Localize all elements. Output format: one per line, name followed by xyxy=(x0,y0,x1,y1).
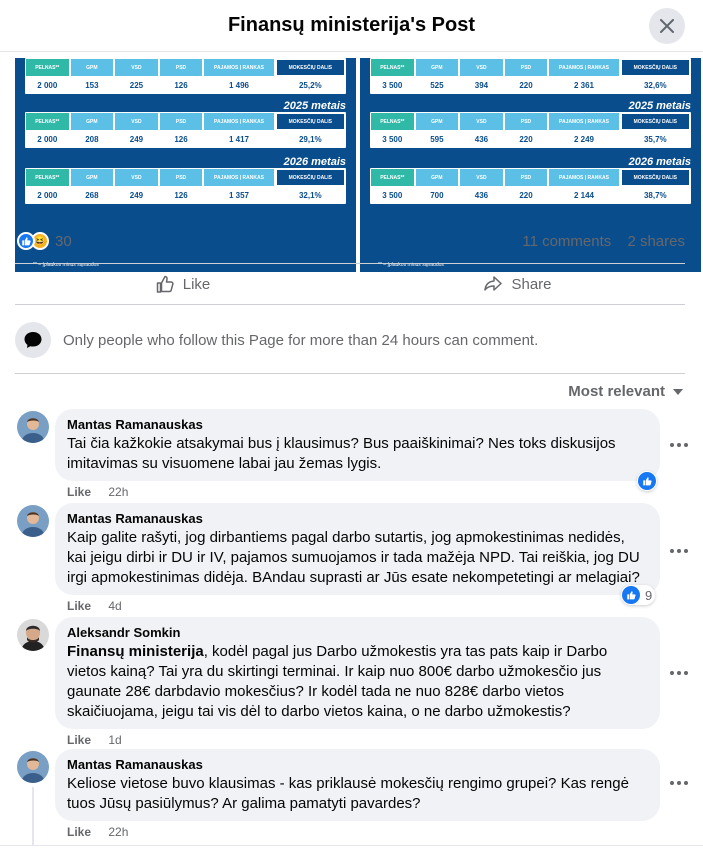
post-content: PELNAS** 2 000 GPM 153 VSD 225 PSD 126 PAJAM… xyxy=(0,52,703,865)
table-row: PELNAS** 3 500 GPM 525 VSD 394 PSD 220 PAJAM… xyxy=(370,58,691,94)
comment-text: Kaip galite rašyti, jog dirbantiems paga… xyxy=(67,529,640,586)
comment: Mantas Ramanauskas Keliose vietose buvo … xyxy=(17,749,688,845)
dialog-title: Finansų ministerija's Post xyxy=(227,14,476,36)
comment-like-button[interactable]: Like xyxy=(67,599,91,613)
comment-bubble: Mantas Ramanauskas Kaip galite rašyti, j… xyxy=(55,503,660,595)
avatar[interactable] xyxy=(17,619,49,651)
comment-timestamp[interactable]: 22h xyxy=(108,485,128,499)
table-row: PELNAS** 3 500 GPM 700 VSD 436 PSD 220 PAJAM… xyxy=(370,168,691,204)
table-row: PELNAS** 2 000 GPM 153 VSD 225 PSD 126 PAJAM… xyxy=(25,58,346,94)
share-button-label: Share xyxy=(511,275,552,293)
table-row: PELNAS** 3 500 GPM 595 VSD 436 PSD 220 PAJAM… xyxy=(370,112,691,148)
comment-reactions[interactable]: 9 xyxy=(621,585,656,605)
comment-options-button[interactable] xyxy=(665,433,693,457)
comment-timestamp[interactable]: 4d xyxy=(108,599,121,613)
comment: Mantas Ramanauskas Tai čia kažkokie atsa… xyxy=(17,409,688,504)
comment-bubble: Mantas Ramanauskas Tai čia kažkokie atsa… xyxy=(55,409,660,481)
caret-down-icon xyxy=(673,388,683,395)
page-mention-link[interactable]: Finansų ministerija xyxy=(67,643,204,660)
restriction-text: Only people who follow this Page for mor… xyxy=(63,331,539,349)
thumbs-up-icon xyxy=(156,275,174,293)
comment-author[interactable]: Aleksandr Somkin xyxy=(67,625,648,641)
divider xyxy=(15,373,685,374)
comment-like-button[interactable]: Like xyxy=(67,485,91,499)
comment-options-button[interactable] xyxy=(665,661,693,685)
comment-options-button[interactable] xyxy=(665,771,693,795)
comment-text: Finansų ministerija, kodėl pagal jus Dar… xyxy=(67,643,608,720)
bottom-bar xyxy=(0,845,703,865)
table-row: PELNAS** 2 000 GPM 268 VSD 249 PSD 126 PAJAM… xyxy=(25,168,346,204)
avatar[interactable] xyxy=(17,751,49,783)
comment-text: Tai čia kažkokie atsakymai bus į klausim… xyxy=(67,435,616,472)
comment-bubble-icon xyxy=(15,322,51,358)
comment-bubble: Aleksandr Somkin Finansų ministerija, ko… xyxy=(55,617,660,729)
table-row: PELNAS** 2 000 GPM 208 VSD 249 PSD 126 PAJAM… xyxy=(25,112,346,148)
reactions-summary[interactable]: 😆 30 xyxy=(17,232,72,250)
comment-timestamp[interactable]: 1d xyxy=(108,733,121,747)
shares-count-link[interactable]: 2 shares xyxy=(627,233,685,250)
post-actions: Like Share xyxy=(15,263,685,305)
close-button[interactable] xyxy=(649,8,685,44)
like-reaction-icon xyxy=(622,586,640,604)
year-label: 2026 metais xyxy=(628,156,691,168)
comment-reactions[interactable] xyxy=(637,471,657,491)
share-button[interactable]: Share xyxy=(350,264,685,304)
comment-bubble: Mantas Ramanauskas Keliose vietose buvo … xyxy=(55,749,660,821)
sort-label: Most relevant xyxy=(568,383,665,400)
reaction-count: 30 xyxy=(55,232,72,250)
comment-sort-dropdown[interactable]: Most relevant xyxy=(568,383,683,400)
comment-like-button[interactable]: Like xyxy=(67,825,91,839)
comment-like-button[interactable]: Like xyxy=(67,733,91,747)
avatar[interactable] xyxy=(17,411,49,443)
post-stats: 😆 30 11 comments 2 shares xyxy=(15,230,685,254)
like-reaction-icon xyxy=(638,472,656,490)
reply-thread-line xyxy=(32,787,34,845)
year-label: 2026 metais xyxy=(283,156,346,168)
comment-author[interactable]: Mantas Ramanauskas xyxy=(67,757,648,773)
comment-reaction-count: 9 xyxy=(645,587,653,603)
comment-restriction-notice: Only people who follow this Page for mor… xyxy=(15,318,685,362)
comment-author[interactable]: Mantas Ramanauskas xyxy=(67,511,648,527)
year-label: 2025 metais xyxy=(283,100,346,112)
comment: Mantas Ramanauskas Kaip galite rašyti, j… xyxy=(17,503,688,617)
like-button-label: Like xyxy=(182,275,211,293)
comment-options-button[interactable] xyxy=(665,539,693,563)
comment-author[interactable]: Mantas Ramanauskas xyxy=(67,417,648,433)
year-label: 2025 metais xyxy=(628,100,691,112)
share-icon xyxy=(484,276,503,291)
comments-count-link[interactable]: 11 comments xyxy=(522,233,611,250)
avatar[interactable] xyxy=(17,505,49,537)
post-dialog-header: Finansų ministerija's Post xyxy=(0,0,703,52)
comment-text: Keliose vietose buvo klausimas - kas pri… xyxy=(67,775,629,812)
like-reaction-icon xyxy=(17,232,35,250)
like-button[interactable]: Like xyxy=(15,264,350,304)
comment: Aleksandr Somkin Finansų ministerija, ko… xyxy=(17,617,688,747)
close-icon xyxy=(660,19,674,33)
comment-timestamp[interactable]: 22h xyxy=(108,825,128,839)
